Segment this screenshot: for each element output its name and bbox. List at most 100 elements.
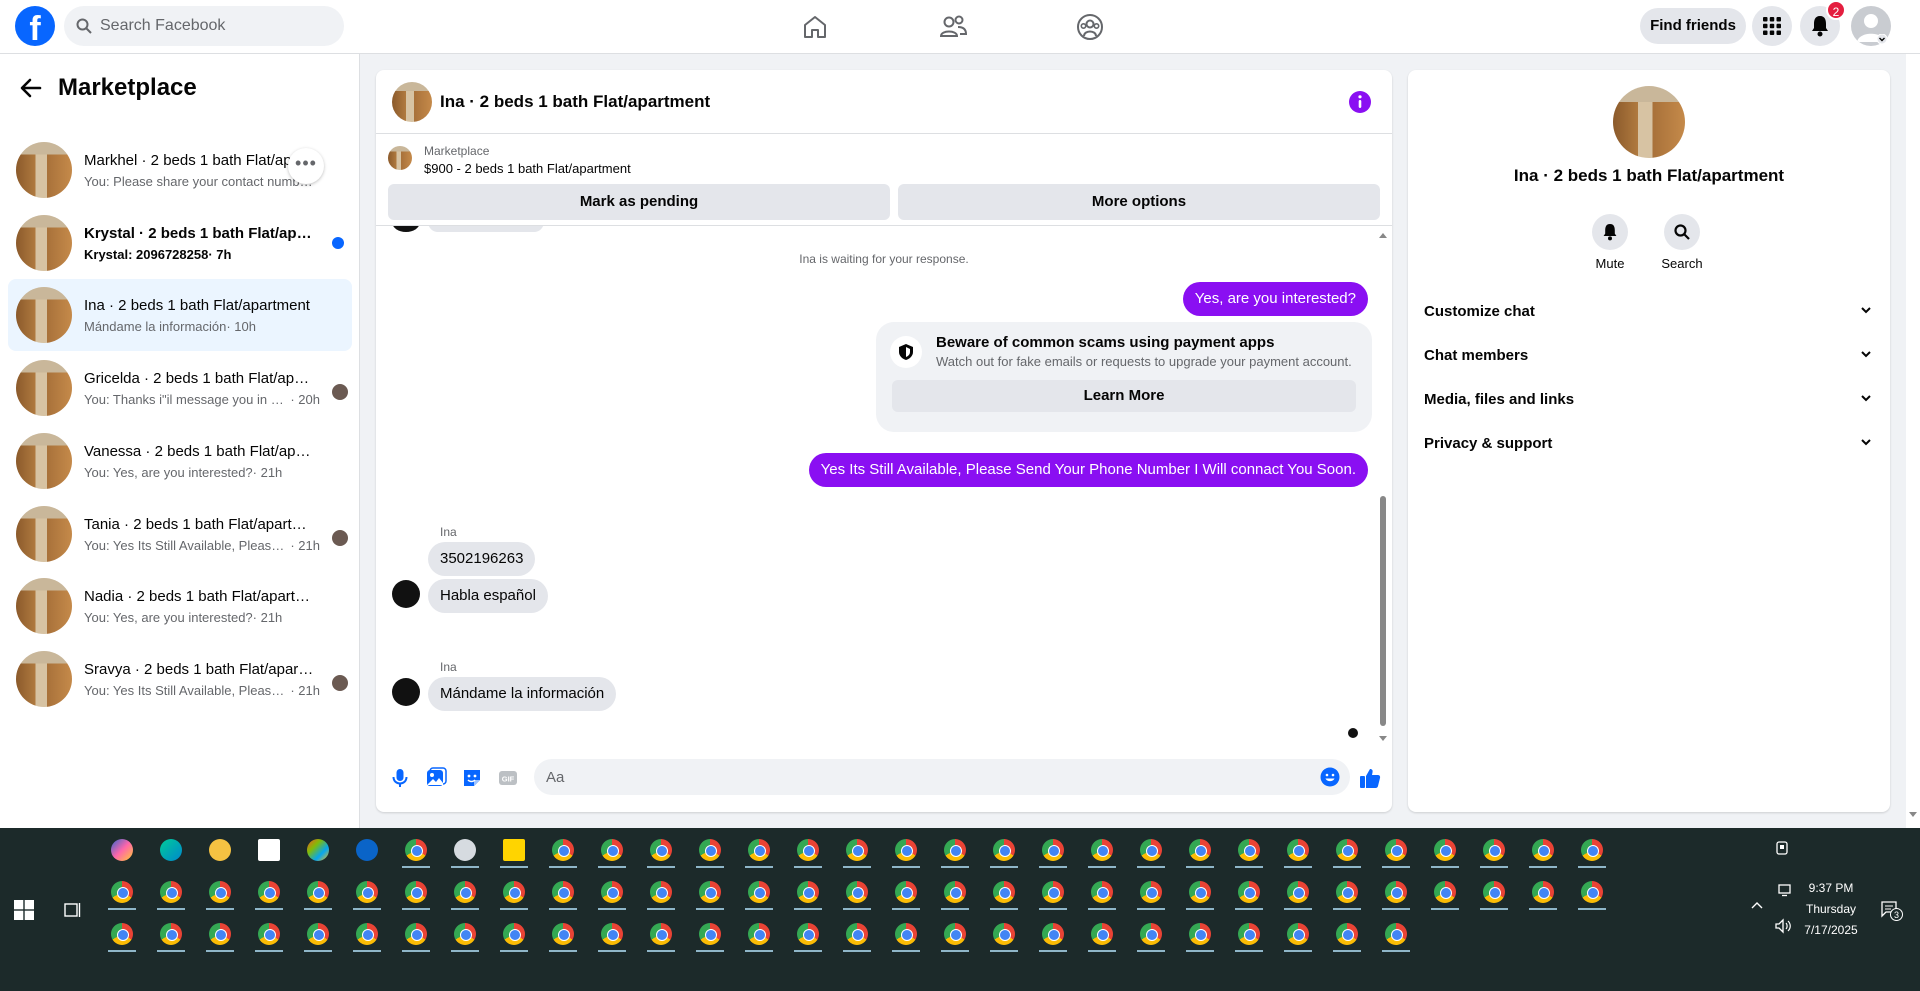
sticker-icon[interactable] [460,766,484,790]
taskbar-app-button[interactable] [1231,834,1267,868]
back-arrow-icon[interactable] [16,73,46,103]
taskbar-app-button[interactable] [1378,918,1414,952]
meet-now-icon[interactable] [1774,840,1790,856]
taskbar-app-button[interactable] [594,918,630,952]
conversation-item[interactable]: Ina · 2 beds 1 bath Flat/apartment Mándam… [8,279,352,351]
taskbar-app-button[interactable] [104,918,140,952]
taskbar-app-button[interactable] [643,834,679,868]
taskbar-app-button[interactable] [986,918,1022,952]
taskbar-app-button[interactable] [888,918,924,952]
taskbar-app-button[interactable] [888,834,924,868]
taskbar-app-button[interactable] [1280,834,1316,868]
taskbar-app-button[interactable] [1525,834,1561,868]
windows-start-icon[interactable] [14,900,34,920]
taskbar-app-button[interactable] [986,834,1022,868]
taskbar-app-button[interactable] [692,876,728,910]
menu-button[interactable] [1752,6,1792,46]
message-input[interactable] [546,759,1306,795]
taskbar-app-button[interactable] [790,918,826,952]
taskbar-app-button[interactable] [1182,876,1218,910]
info-section-row[interactable]: Customize chat [1416,290,1882,334]
taskbar-app-button[interactable] [153,876,189,910]
page-scroll-down-arrow-icon[interactable] [1909,812,1917,818]
scroll-down-arrow-icon[interactable] [1379,736,1387,742]
notification-center-button[interactable]: 3 [1880,900,1904,922]
scroll-up-arrow-icon[interactable] [1379,232,1387,238]
taskbar-app-button[interactable] [496,876,532,910]
info-section-row[interactable]: Chat members [1416,334,1882,378]
taskbar-app-button[interactable] [594,876,630,910]
taskbar-app-button[interactable] [349,876,385,910]
taskbar-app-button[interactable] [1035,876,1071,910]
taskbar-app-button[interactable] [1035,834,1071,868]
taskbar-app-button[interactable] [790,834,826,868]
taskbar-app-button[interactable] [153,918,189,952]
taskbar-app-button[interactable] [398,918,434,952]
sender-avatar[interactable] [392,580,420,608]
taskbar-app-button[interactable] [251,918,287,952]
taskbar-app-button[interactable] [1378,876,1414,910]
taskbar-app-button[interactable] [300,876,336,910]
account-chevron-down-icon[interactable] [1876,34,1888,44]
more-options-button[interactable]: More options [898,184,1380,220]
learn-more-button[interactable]: Learn More [892,380,1356,412]
taskbar-app-button[interactable] [447,918,483,952]
taskbar-app-button[interactable] [300,834,336,868]
taskbar-app-button[interactable] [349,918,385,952]
conversation-item[interactable]: Sravya · 2 beds 1 bath Flat/apart… You: Y… [8,643,352,715]
taskbar-app-button[interactable] [202,834,238,868]
taskbar-app-button[interactable] [1035,918,1071,952]
taskbar-app-button[interactable] [741,834,777,868]
taskbar-app-button[interactable] [1133,918,1169,952]
gif-icon[interactable]: GIF [496,766,520,790]
taskbar-app-button[interactable] [1084,918,1120,952]
outgoing-message[interactable]: Yes Its Still Available, Please Send You… [808,453,1368,487]
conversation-item[interactable]: Vanessa · 2 beds 1 bath Flat/apart… You: … [8,425,352,497]
taskbar-app-button[interactable] [1427,834,1463,868]
taskbar-app-button[interactable] [643,918,679,952]
taskbar-app-button[interactable] [398,834,434,868]
taskbar-app-button[interactable] [202,876,238,910]
taskbar-app-button[interactable] [251,876,287,910]
taskbar-app-button[interactable] [937,834,973,868]
facebook-logo[interactable]: f [15,6,55,46]
taskbar-app-button[interactable] [1133,876,1169,910]
emoji-icon[interactable] [1320,767,1340,787]
taskbar-app-button[interactable] [692,834,728,868]
conversation-item[interactable]: Nadia · 2 beds 1 bath Flat/apartme… You: … [8,570,352,642]
photo-icon[interactable] [424,766,448,790]
more-actions-button[interactable]: ••• [288,148,324,184]
taskbar-app-button[interactable] [1084,876,1120,910]
taskbar-app-button[interactable] [1182,834,1218,868]
taskbar-app-button[interactable] [1574,876,1610,910]
conversation-item[interactable]: Markhel · 2 beds 1 bath Flat/ap… You: Ple… [8,134,352,206]
system-clock[interactable]: 9:37 PM Thursday 7/17/2025 [1786,878,1876,941]
taskbar-app-button[interactable] [202,918,238,952]
search-input[interactable] [100,6,330,46]
taskbar-app-button[interactable] [790,876,826,910]
info-icon[interactable] [1348,90,1372,114]
taskbar-app-button[interactable] [986,876,1022,910]
taskbar-app-button[interactable] [1427,876,1463,910]
taskbar-app-button[interactable] [1329,834,1365,868]
listing-mini-thumbnail[interactable] [388,146,412,170]
page-scrollbar[interactable] [1906,54,1920,828]
taskbar-app-button[interactable] [496,834,532,868]
taskbar-app-button[interactable] [1525,876,1561,910]
home-icon[interactable] [800,12,830,42]
taskbar-app-button[interactable] [1280,918,1316,952]
taskbar-app-button[interactable] [153,834,189,868]
listing-price[interactable]: $900 - 2 beds 1 bath Flat/apartment [424,161,631,176]
taskbar-app-button[interactable] [349,834,385,868]
taskbar-app-button[interactable] [1329,918,1365,952]
taskbar-app-button[interactable] [839,834,875,868]
taskbar-app-button[interactable] [447,834,483,868]
taskbar-app-button[interactable] [1084,834,1120,868]
chat-title[interactable]: Ina · 2 beds 1 bath Flat/apartment [440,92,710,112]
search-box[interactable] [64,6,344,46]
conversation-item[interactable]: Krystal · 2 beds 1 bath Flat/apart… Kryst… [8,207,352,279]
taskbar-app-button[interactable] [447,876,483,910]
taskbar-app-button[interactable] [839,876,875,910]
taskbar-app-button[interactable] [1182,918,1218,952]
taskbar-app-button[interactable] [1329,876,1365,910]
